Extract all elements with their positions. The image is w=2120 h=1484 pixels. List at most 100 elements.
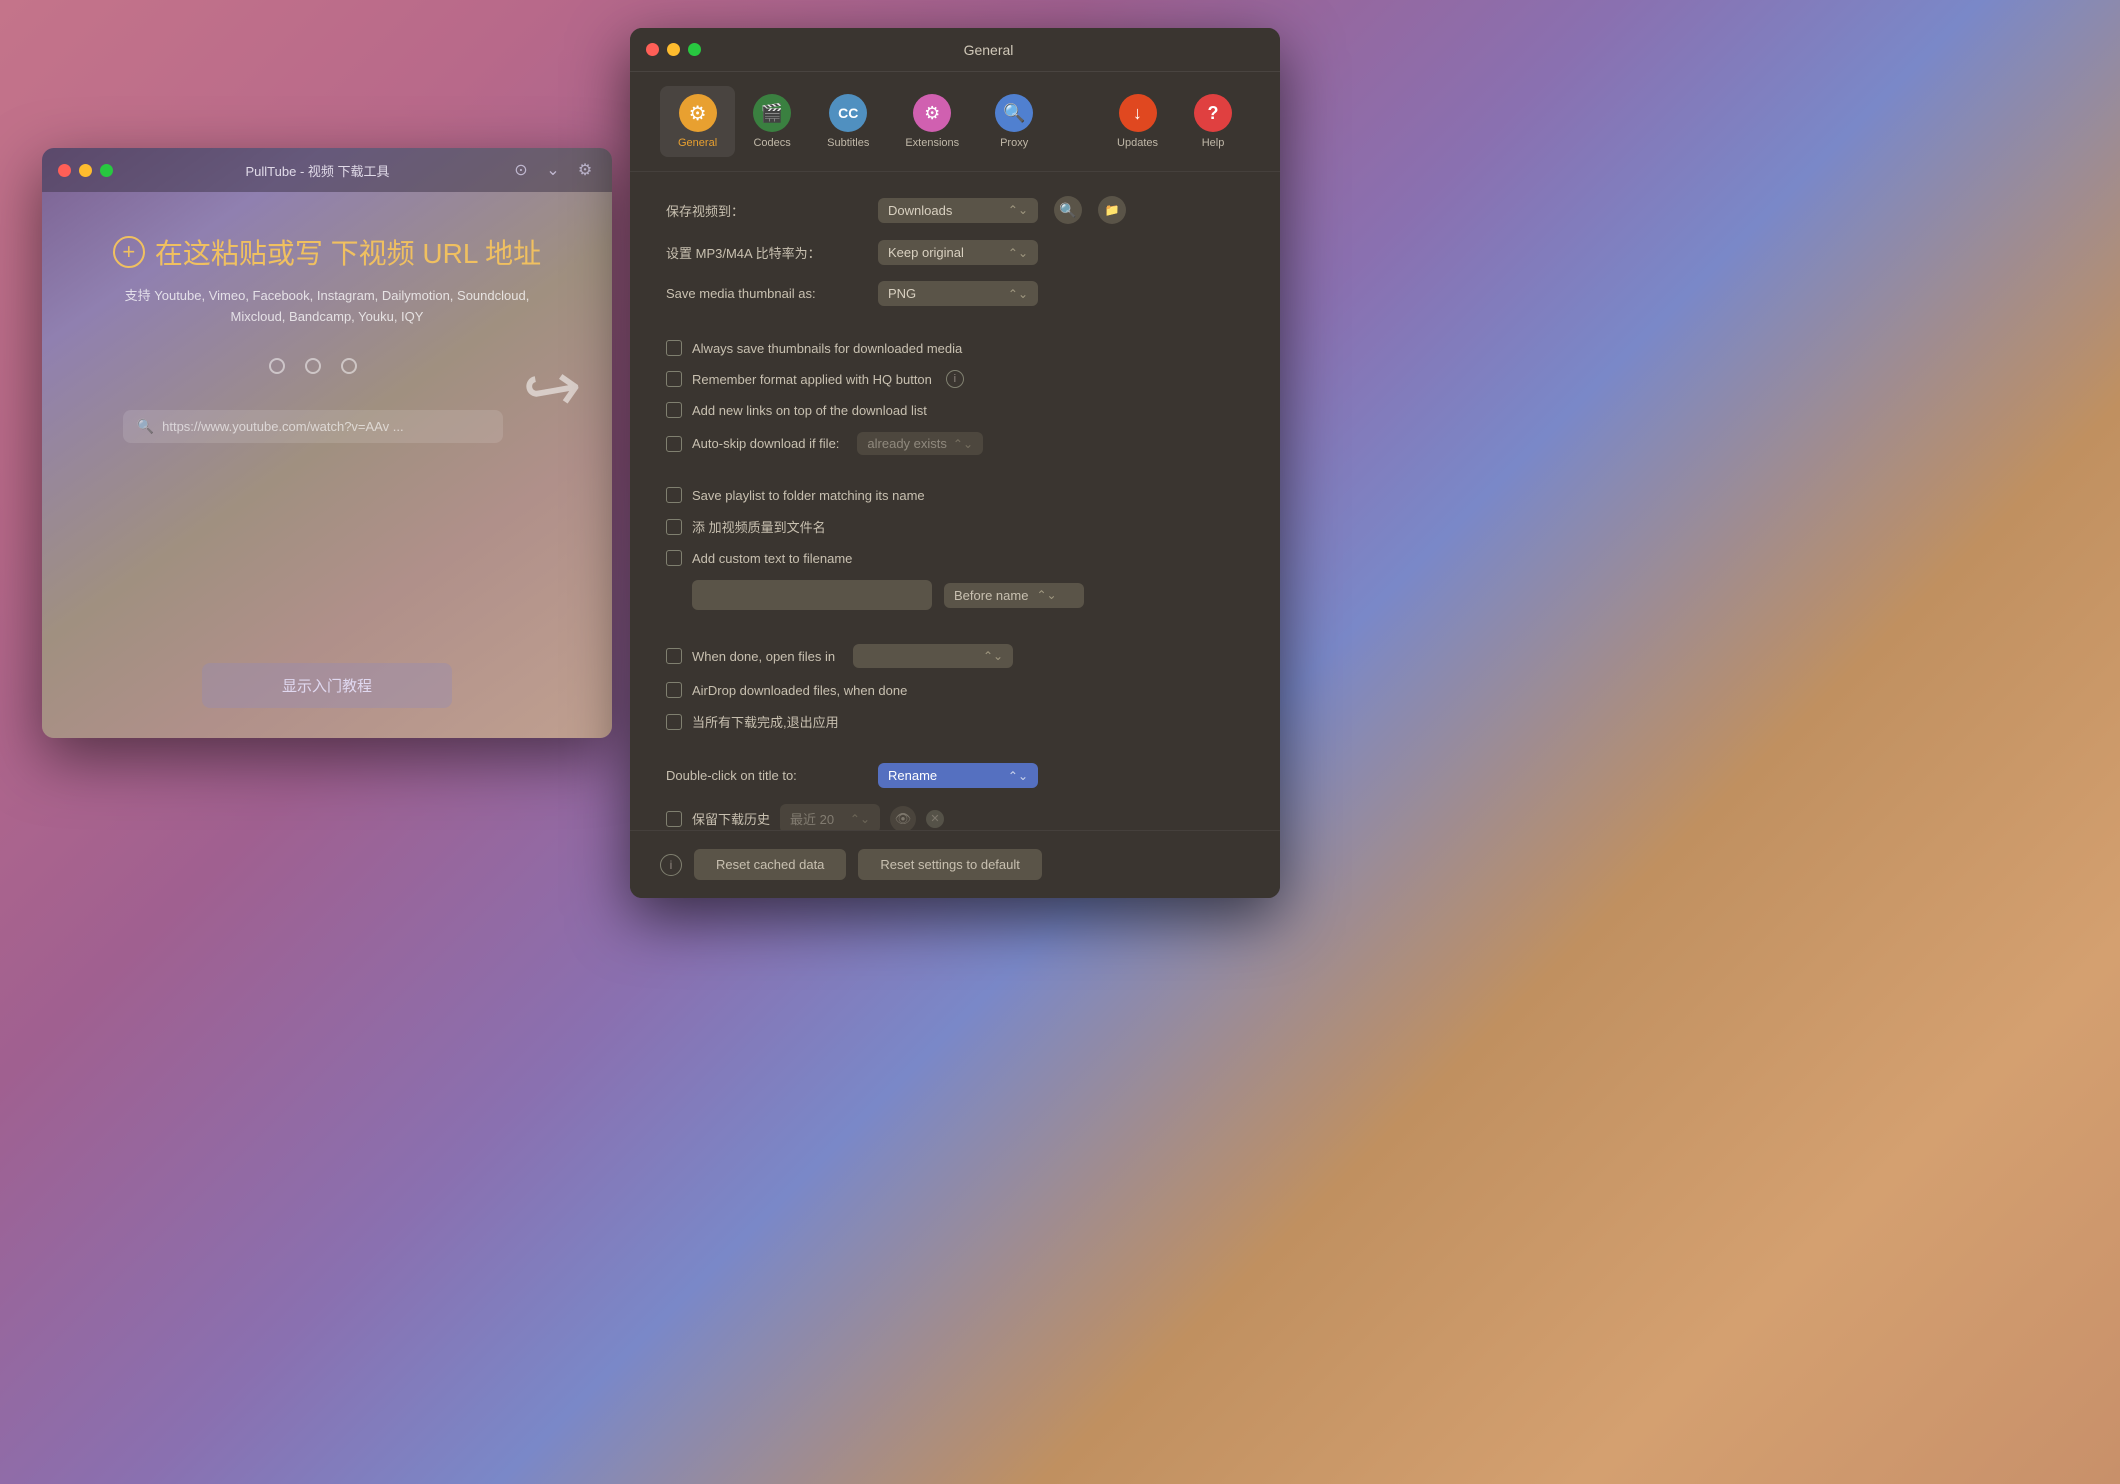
history-close-button[interactable]: ✕ (926, 810, 944, 828)
general-fullscreen-button[interactable] (688, 43, 701, 56)
history-row: 保留下载历史 最近 20 ⌃⌄ 👁 ✕ (666, 804, 1244, 833)
when-done-checkbox[interactable] (666, 648, 682, 664)
new-links-checkbox[interactable] (666, 402, 682, 418)
when-done-checkbox-row: When done, open files in ⌃⌄ (666, 644, 1244, 668)
airdrop-checkbox-row: AirDrop downloaded files, when done (666, 682, 1244, 698)
quality-checkbox[interactable] (666, 519, 682, 535)
custom-text-checkbox-label: Add custom text to filename (692, 551, 852, 566)
hq-checkbox-label: Remember format applied with HQ button (692, 372, 932, 387)
rename-select[interactable]: Rename ⌃⌄ (878, 763, 1038, 788)
footer-info-icon[interactable]: i (660, 854, 682, 876)
extensions-toolbar-icon: ⚙ (913, 94, 951, 132)
dot-3 (341, 358, 357, 374)
thumbnails-checkbox-row: Always save thumbnails for downloaded me… (666, 340, 1244, 356)
toolbar-proxy[interactable]: 🔍 Proxy (977, 86, 1051, 157)
toolbar-codecs-label: Codecs (753, 137, 790, 149)
custom-text-checkbox[interactable] (666, 550, 682, 566)
hq-checkbox-row: Remember format applied with HQ button i (666, 370, 1244, 388)
custom-text-input-row: Before name ⌃⌄ (666, 580, 1244, 610)
toolbar-extensions[interactable]: ⚙ Extensions (887, 86, 977, 157)
chevron-down-icon[interactable]: ⌄ (542, 159, 564, 181)
playlist-checkbox[interactable] (666, 487, 682, 503)
already-exists-select[interactable]: already exists ⌃⌄ (857, 432, 983, 455)
subtitles-toolbar-icon: CC (829, 94, 867, 132)
search-input-text: https://www.youtube.com/watch?v=AAv ... (162, 419, 403, 434)
autoskip-checkbox-label: Auto-skip download if file: (692, 436, 839, 451)
progress-dots (269, 358, 357, 374)
toolbar-updates[interactable]: ↓ Updates (1099, 86, 1176, 157)
already-exists-value: already exists (867, 436, 946, 451)
minimize-button[interactable] (79, 164, 92, 177)
quit-checkbox[interactable] (666, 714, 682, 730)
show-tutorial-button[interactable]: 显示入门教程 (202, 663, 452, 708)
quality-checkbox-label: 添 加视频质量到文件名 (692, 517, 826, 536)
reset-settings-button[interactable]: Reset settings to default (858, 849, 1041, 880)
history-select[interactable]: 最近 20 ⌃⌄ (780, 804, 880, 833)
add-icon[interactable]: + (113, 236, 145, 268)
close-button[interactable] (58, 164, 71, 177)
pulltube-window: PullTube - 视频 下载工具 ⊙ ⌄ ⚙ + 在这粘贴或写 下视频 UR… (42, 148, 612, 738)
toolbar-general-label: General (678, 137, 717, 149)
hq-checkbox[interactable] (666, 371, 682, 387)
general-traffic-lights (646, 43, 701, 56)
search-icon: 🔍 (137, 418, 154, 435)
autoskip-checkbox[interactable] (666, 436, 682, 452)
quit-checkbox-label: 当所有下载完成,退出应用 (692, 712, 839, 731)
search-bar[interactable]: 🔍 https://www.youtube.com/watch?v=AAv ..… (123, 410, 503, 443)
toolbar-extensions-label: Extensions (905, 137, 959, 149)
info-icon[interactable]: i (946, 370, 964, 388)
general-minimize-button[interactable] (667, 43, 680, 56)
double-click-label: Double-click on title to: (666, 768, 866, 783)
thumbnail-arrows-icon: ⌃⌄ (1008, 287, 1028, 301)
history-label: 保留下载历史 (692, 809, 770, 828)
thumbnail-value: PNG (888, 286, 1000, 301)
save-location-select[interactable]: Downloads ⌃⌄ (878, 198, 1038, 223)
bitrate-select[interactable]: Keep original ⌃⌄ (878, 240, 1038, 265)
before-name-select[interactable]: Before name ⌃⌄ (944, 583, 1084, 608)
download-icon[interactable]: ⊙ (510, 159, 532, 181)
add-url-text: + 在这粘贴或写 下视频 URL 地址 (113, 232, 541, 272)
toolbar-general[interactable]: ⚙ General (660, 86, 735, 157)
pulltube-title: PullTube - 视频 下载工具 (125, 161, 510, 180)
settings-footer: i Reset cached data Reset settings to de… (630, 830, 1280, 898)
quit-checkbox-row: 当所有下载完成,退出应用 (666, 712, 1244, 731)
toolbar-proxy-label: Proxy (1000, 137, 1028, 149)
thumbnail-select[interactable]: PNG ⌃⌄ (878, 281, 1038, 306)
history-arrows: ⌃⌄ (850, 812, 870, 826)
rename-value: Rename (888, 768, 1000, 783)
fullscreen-button[interactable] (100, 164, 113, 177)
search-location-button[interactable]: 🔍 (1054, 196, 1082, 224)
open-files-arrows: ⌃⌄ (983, 649, 1003, 663)
rename-arrows: ⌃⌄ (1008, 769, 1028, 783)
select-arrows-icon: ⌃⌄ (1008, 203, 1028, 217)
history-value: 最近 20 (790, 809, 842, 828)
new-links-checkbox-row: Add new links on top of the download lis… (666, 402, 1244, 418)
before-name-value: Before name (954, 588, 1028, 603)
toolbar-codecs[interactable]: 🎬 Codecs (735, 86, 809, 157)
general-close-button[interactable] (646, 43, 659, 56)
toolbar-subtitles[interactable]: CC Subtitles (809, 86, 887, 157)
bitrate-label: 设置 MP3/M4A 比特率为： (666, 243, 866, 262)
settings-content: 保存视频到： Downloads ⌃⌄ 🔍 📁 设置 MP3/M4A 比特率为：… (630, 172, 1280, 898)
general-window-title: General (713, 42, 1264, 58)
custom-text-input[interactable] (692, 580, 932, 610)
history-eye-button[interactable]: 👁 (890, 806, 916, 832)
custom-text-checkbox-row: Add custom text to filename (666, 550, 1244, 566)
bitrate-value: Keep original (888, 245, 1000, 260)
gear-icon[interactable]: ⚙ (574, 159, 596, 181)
already-exists-arrows: ⌃⌄ (953, 437, 973, 451)
double-click-row: Double-click on title to: Rename ⌃⌄ (666, 763, 1244, 788)
airdrop-checkbox[interactable] (666, 682, 682, 698)
open-files-select[interactable]: ⌃⌄ (853, 644, 1013, 668)
thumbnails-checkbox[interactable] (666, 340, 682, 356)
playlist-checkbox-label: Save playlist to folder matching its nam… (692, 488, 925, 503)
playlist-checkbox-row: Save playlist to folder matching its nam… (666, 487, 1244, 503)
general-toolbar-icon: ⚙ (679, 94, 717, 132)
folder-location-button[interactable]: 📁 (1098, 196, 1126, 224)
save-location-row: 保存视频到： Downloads ⌃⌄ 🔍 📁 (666, 196, 1244, 224)
toolbar-help[interactable]: ? Help (1176, 86, 1250, 157)
reset-cached-button[interactable]: Reset cached data (694, 849, 846, 880)
save-location-label: 保存视频到： (666, 201, 866, 220)
history-checkbox[interactable] (666, 811, 682, 827)
bitrate-arrows-icon: ⌃⌄ (1008, 246, 1028, 260)
